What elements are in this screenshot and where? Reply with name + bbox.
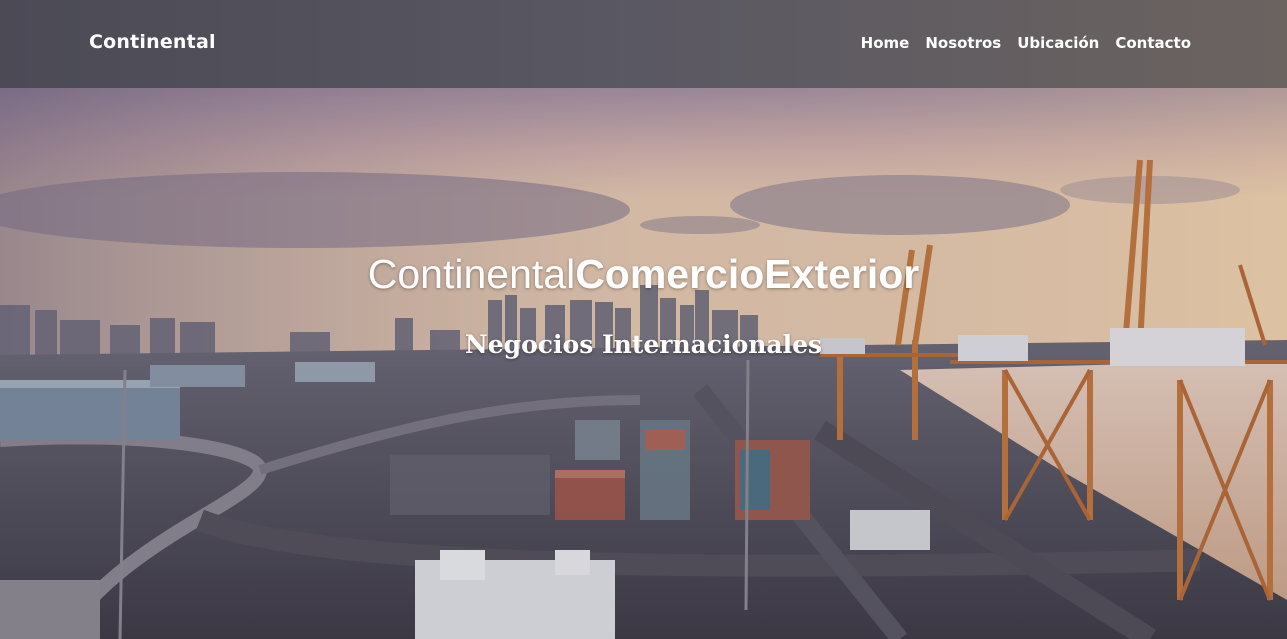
hero-overlay [0,0,1287,639]
hero-subtitle: Negocios Internacionales [464,330,823,359]
top-navbar: Continental Home Nosotros Ubicación Cont… [0,0,1287,88]
page: Continental Home Nosotros Ubicación Cont… [0,0,1287,639]
hero-title-bold: ComercioExterior [575,251,920,297]
hero-title: ContinentalComercioExterior [0,250,1287,298]
nav-item-home: Home [861,34,910,53]
nav-link-nosotros[interactable]: Nosotros [925,34,1001,52]
nav-link-home[interactable]: Home [861,34,910,52]
brand-logo-link[interactable]: Continental [89,31,216,53]
nav-item-contacto: Contacto [1115,34,1191,53]
hero-title-light: Continental [367,251,576,297]
nav-link-contacto[interactable]: Contacto [1115,34,1191,52]
nav-link-ubicacion[interactable]: Ubicación [1017,34,1099,52]
nav-menu: Home Nosotros Ubicación Contacto [861,34,1191,53]
nav-item-ubicacion: Ubicación [1017,34,1099,53]
nav-item-nosotros: Nosotros [925,34,1001,53]
